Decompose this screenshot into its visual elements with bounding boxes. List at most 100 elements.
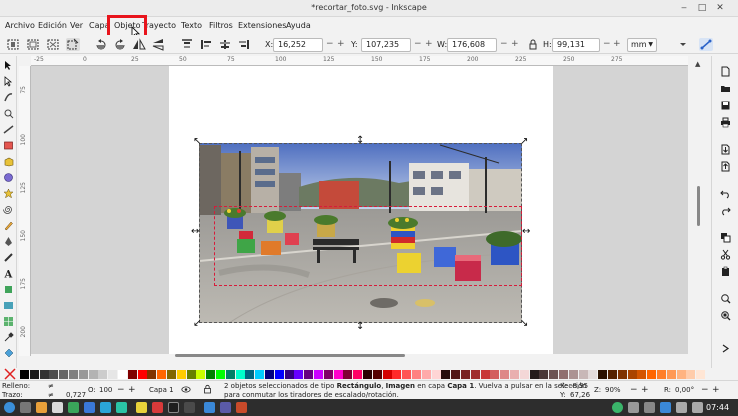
y-field[interactable]: 107,235 — [361, 38, 411, 52]
vscode-icon[interactable] — [204, 402, 215, 413]
palette-swatch[interactable] — [490, 370, 500, 379]
palette-swatch[interactable] — [549, 370, 559, 379]
palette-swatch[interactable] — [245, 370, 255, 379]
palette-swatch[interactable] — [666, 370, 676, 379]
palette-swatch[interactable] — [510, 370, 519, 379]
palette-swatch[interactable] — [333, 370, 343, 379]
print-icon[interactable] — [720, 117, 731, 128]
current-layer-select[interactable]: Capa 1 — [149, 386, 174, 394]
file-manager-icon[interactable] — [36, 402, 47, 413]
tray-volume-icon[interactable] — [692, 402, 703, 413]
tray-update-icon[interactable] — [612, 402, 623, 413]
palette-swatch[interactable] — [88, 370, 98, 379]
palette-swatch[interactable] — [392, 370, 402, 379]
palette-swatch[interactable] — [108, 370, 118, 379]
raise-to-top-icon[interactable] — [180, 38, 194, 51]
window-icon[interactable] — [220, 402, 231, 413]
lower-to-bottom-icon[interactable] — [237, 38, 251, 51]
palette-swatch[interactable] — [20, 370, 29, 379]
scroll-up-icon[interactable]: ▲ — [695, 60, 703, 68]
dropper-tool-icon[interactable] — [3, 332, 14, 343]
palette-swatch[interactable] — [637, 370, 647, 379]
cut-icon[interactable] — [720, 249, 731, 260]
palette-swatch[interactable] — [157, 370, 167, 379]
horizontal-scroll-thumb[interactable] — [175, 354, 405, 357]
tray-keyboard-icon[interactable] — [644, 402, 655, 413]
browser-icon[interactable] — [236, 402, 247, 413]
undo-icon[interactable] — [720, 188, 731, 199]
palette-swatch[interactable] — [216, 370, 225, 379]
open-file-icon[interactable] — [720, 83, 731, 94]
tray-clipboard-icon[interactable] — [628, 402, 639, 413]
palette-swatch[interactable] — [529, 370, 539, 379]
palette-swatch[interactable] — [343, 370, 353, 379]
palette-swatch[interactable] — [451, 370, 461, 379]
rotate-ccw-icon[interactable] — [94, 38, 108, 51]
palette-swatch[interactable] — [470, 370, 480, 379]
select-all-icon[interactable] — [6, 38, 20, 51]
resize-handle-n-icon[interactable]: ↕ — [356, 136, 364, 146]
spiral-tool-icon[interactable] — [3, 204, 14, 215]
menu-trayecto[interactable]: Trayecto — [142, 21, 176, 30]
palette-swatch[interactable] — [147, 370, 157, 379]
crop-rectangle[interactable] — [214, 206, 522, 286]
more-commands-icon[interactable] — [720, 343, 731, 354]
palette-swatch[interactable] — [657, 370, 666, 379]
vertical-scrollbar[interactable]: ▲ — [689, 56, 709, 356]
palette-swatch[interactable] — [39, 370, 49, 379]
palette-swatch[interactable] — [372, 370, 382, 379]
palette-swatch[interactable] — [206, 370, 216, 379]
raise-icon[interactable] — [199, 38, 213, 51]
menu-ayuda[interactable]: Ayuda — [286, 21, 311, 30]
layer-visibility-icon[interactable] — [181, 385, 191, 394]
palette-swatch[interactable] — [137, 370, 147, 379]
rotation-field[interactable]: 0,00° — [675, 386, 694, 394]
zoom-selection-icon[interactable] — [720, 293, 731, 304]
chat-icon[interactable] — [116, 402, 127, 413]
palette-swatch[interactable] — [118, 370, 127, 379]
maximize-button[interactable]: □ — [696, 2, 708, 14]
resize-handle-nw-icon[interactable]: ↖ — [193, 137, 201, 147]
menu-extensiones[interactable]: Extensiones — [238, 21, 286, 30]
snap-toggle-icon[interactable] — [699, 38, 713, 51]
palette-swatch[interactable] — [686, 370, 696, 379]
import-icon[interactable] — [720, 144, 731, 155]
palette-swatch[interactable] — [29, 370, 39, 379]
lower-icon[interactable] — [218, 38, 232, 51]
drawing-canvas[interactable]: ↖ ↕ ↗ ↔ ↔ ↙ ↕ ↘ — [31, 66, 688, 354]
palette-swatch[interactable] — [265, 370, 274, 379]
resize-handle-w-icon[interactable]: ↔ — [191, 227, 199, 237]
tray-bluetooth-icon[interactable] — [660, 402, 671, 413]
palette-swatch[interactable] — [196, 370, 206, 379]
resize-handle-se-icon[interactable]: ↘ — [520, 319, 528, 329]
palette-swatch[interactable] — [647, 370, 657, 379]
palette-swatch[interactable] — [608, 370, 617, 379]
tweak-tool-icon[interactable] — [3, 92, 14, 103]
ellipse-tool-icon[interactable] — [3, 172, 14, 183]
tray-network-icon[interactable] — [676, 402, 687, 413]
copy-icon[interactable] — [720, 232, 731, 243]
palette-swatch[interactable] — [78, 370, 88, 379]
opacity-increment-button[interactable]: + — [128, 385, 136, 395]
flip-vertical-icon[interactable] — [151, 38, 165, 51]
star-tool-icon[interactable] — [3, 188, 14, 199]
zoom-drawing-icon[interactable] — [720, 310, 731, 321]
palette-swatch[interactable] — [539, 370, 549, 379]
export-icon[interactable] — [720, 161, 731, 172]
palette-swatch[interactable] — [461, 370, 470, 379]
palette-swatch[interactable] — [69, 370, 78, 379]
height-field[interactable]: 99,131 — [552, 38, 600, 52]
resize-handle-e-icon[interactable]: ↔ — [522, 227, 530, 237]
selector-tool-icon[interactable] — [3, 60, 14, 71]
no-paint-swatch-icon[interactable] — [3, 368, 17, 380]
resize-handle-s-icon[interactable]: ↕ — [356, 322, 364, 332]
save-icon[interactable] — [720, 100, 731, 111]
w-increment-button[interactable]: + — [511, 39, 519, 49]
inkscape-taskbar-icon[interactable] — [168, 402, 179, 413]
x-decrement-button[interactable]: − — [326, 39, 334, 49]
palette-swatch[interactable] — [598, 370, 608, 379]
palette-swatch[interactable] — [127, 370, 137, 379]
text-editor-icon[interactable] — [52, 402, 63, 413]
pen-tool-icon[interactable] — [3, 236, 14, 247]
menu-texto[interactable]: Texto — [181, 21, 202, 30]
